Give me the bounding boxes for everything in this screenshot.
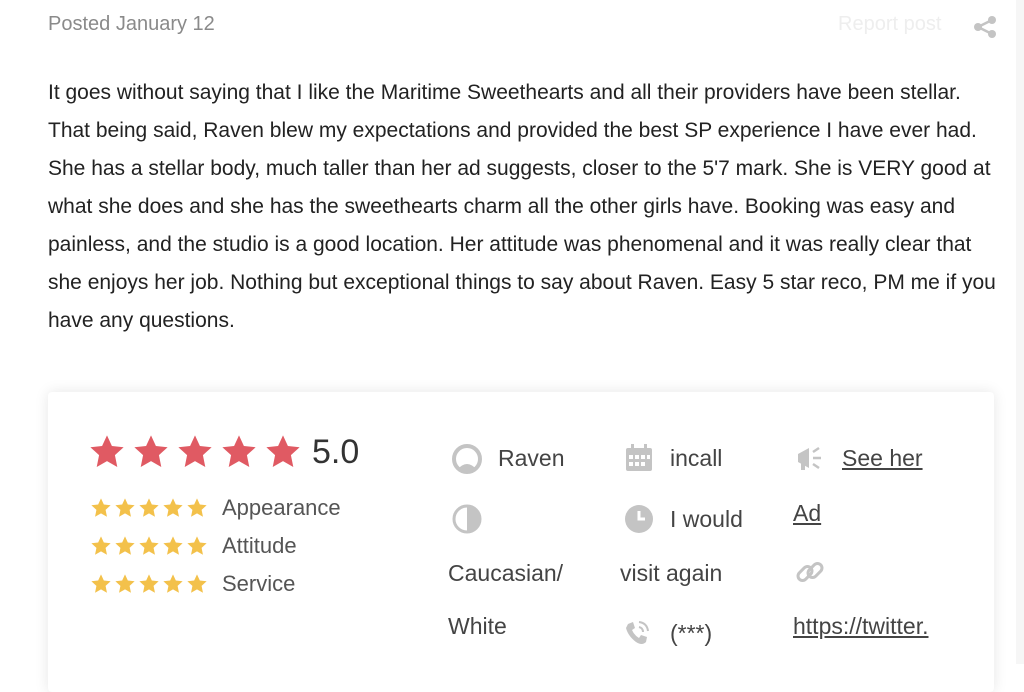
star-icon	[222, 435, 256, 468]
overall-stars	[88, 433, 308, 471]
location-type: incall	[670, 445, 723, 471]
see-ad-link-line2[interactable]: Ad	[793, 500, 821, 527]
share-icon[interactable]	[972, 14, 998, 40]
star-icon	[187, 574, 207, 593]
star-icon	[139, 536, 159, 555]
scrollbar[interactable]	[1016, 0, 1024, 664]
visit-again-line1: I would	[670, 506, 743, 532]
post-body: It goes without saying that I like the M…	[48, 74, 998, 340]
appearance-stars	[90, 497, 210, 519]
star-icon	[187, 536, 207, 555]
overall-rating: 5.0	[88, 430, 359, 474]
post-date: Posted January 12	[48, 13, 215, 35]
star-icon	[139, 574, 159, 593]
report-post-link[interactable]: Report post	[838, 13, 941, 36]
star-icon	[115, 536, 135, 555]
rating-label-appearance: Appearance	[222, 495, 341, 520]
star-icon	[266, 435, 300, 468]
attitude-stars	[90, 535, 210, 557]
star-icon	[115, 498, 135, 517]
star-icon	[163, 498, 183, 517]
person-icon	[452, 444, 482, 474]
visit-again-line2: visit again	[620, 560, 723, 586]
star-icon	[187, 498, 207, 517]
phone-icon	[626, 621, 649, 644]
star-icon	[91, 536, 111, 555]
twitter-link[interactable]: https://twitter.	[793, 613, 929, 640]
ethnicity-line1: Caucasian/	[448, 560, 564, 586]
post-paragraph: It goes without saying that I like the M…	[48, 81, 996, 332]
star-icon	[178, 435, 212, 468]
service-stars	[90, 573, 210, 595]
calendar-icon	[626, 444, 652, 471]
megaphone-icon	[798, 446, 821, 470]
rating-row-service: Service	[90, 570, 295, 598]
rating-row-attitude: Attitude	[90, 532, 297, 560]
star-icon	[134, 435, 168, 468]
provider-name: Raven	[498, 445, 565, 471]
see-ad-link-line1[interactable]: See her	[842, 445, 923, 472]
clock-icon	[625, 505, 653, 533]
star-icon	[91, 574, 111, 593]
star-icon	[91, 498, 111, 517]
star-icon	[115, 574, 135, 593]
rating-label-service: Service	[222, 571, 296, 596]
rating-row-appearance: Appearance	[90, 494, 341, 522]
link-icon	[796, 562, 824, 582]
phone-number: (***)	[670, 620, 713, 646]
star-icon	[90, 435, 124, 468]
overall-score: 5.0	[312, 432, 360, 471]
star-icon	[163, 536, 183, 555]
contrast-icon	[452, 504, 482, 534]
star-icon	[139, 498, 159, 517]
ethnicity-line2: White	[448, 613, 507, 639]
star-icon	[163, 574, 183, 593]
rating-label-attitude: Attitude	[222, 533, 297, 558]
